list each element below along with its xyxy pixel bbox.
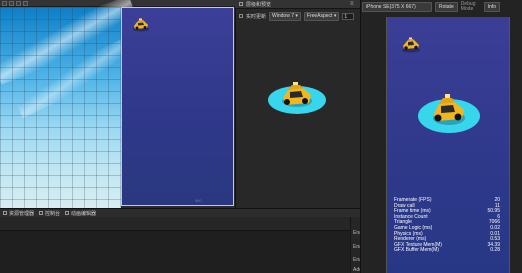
- device-model: iPhone SE(375 X 667): [366, 4, 416, 10]
- taxi-sprite-icon[interactable]: [132, 18, 150, 32]
- tab-console-label: 控制台: [45, 210, 61, 217]
- taxi-on-platform-sprite: [418, 94, 480, 133]
- device-frame-right: [509, 17, 510, 273]
- bottom-toolbar: [0, 217, 350, 231]
- preview-titlebar: 层级和预览: [235, 0, 360, 9]
- debug-mode-label[interactable]: Debug Mode: [461, 2, 481, 12]
- zoom-tool-icon[interactable]: [9, 0, 14, 6]
- device-select[interactable]: iPhone SE(375 X 667): [362, 2, 432, 12]
- scale-tool-icon[interactable]: [23, 0, 28, 6]
- console-icon: [39, 211, 44, 215]
- stat-label: GFX Buffer Mem(M): [394, 247, 439, 254]
- taxi-sprite-icon: [402, 37, 420, 53]
- rotate-button[interactable]: Rotate: [435, 2, 458, 12]
- tab-assets-label: 资源管理器: [9, 210, 35, 217]
- animation-icon: [65, 211, 70, 215]
- stat-value: 0.28: [490, 247, 500, 254]
- realtime-checkbox[interactable]: [239, 14, 243, 18]
- preview-taxi-sprite: [268, 82, 326, 114]
- preview-title: 层级和预览: [246, 1, 272, 8]
- aspect-value: FreeAspect: [306, 12, 333, 19]
- resolution-select[interactable]: Window 7 ▾: [269, 11, 301, 21]
- realtime-label: 实时更新: [246, 13, 267, 20]
- device-toolbar: iPhone SE(375 X 667) Rotate Debug Mode I…: [362, 1, 522, 13]
- panel-menu-icon[interactable]: ≡: [350, 1, 354, 7]
- resolution-value: Window 7: [272, 12, 294, 19]
- info-button[interactable]: Info: [483, 2, 501, 12]
- canvas-size-label: 960: [195, 198, 202, 203]
- scale-input[interactable]: 1: [342, 12, 355, 20]
- scene-canvas[interactable]: [121, 7, 234, 206]
- stats-overlay: Framerate (FPS) 20 Draw call 11 Frame time…: [394, 197, 500, 254]
- tab-animation[interactable]: 动画编辑器: [65, 210, 96, 217]
- preview-icon: [239, 2, 243, 6]
- bottom-panel-body: [0, 231, 350, 273]
- aspect-select[interactable]: FreeAspect ▾: [303, 11, 340, 21]
- stat-row: GFX Buffer Mem(M) 0.28: [394, 248, 500, 254]
- bottom-tabbar: 资源管理器 控制台 动画编辑器: [0, 208, 360, 217]
- tab-animation-label: 动画编辑器: [71, 210, 97, 217]
- scene-grid: [0, 7, 121, 208]
- rotate-tool-icon[interactable]: [16, 0, 21, 6]
- tab-console[interactable]: 控制台: [39, 210, 60, 217]
- scene-view[interactable]: 960: [0, 0, 235, 208]
- folder-icon: [3, 211, 7, 215]
- move-tool-icon[interactable]: [2, 0, 7, 6]
- tab-assets[interactable]: 资源管理器: [3, 210, 34, 217]
- preview-toolbar: 实时更新 Window 7 ▾ FreeAspect ▾ 1: [235, 10, 360, 22]
